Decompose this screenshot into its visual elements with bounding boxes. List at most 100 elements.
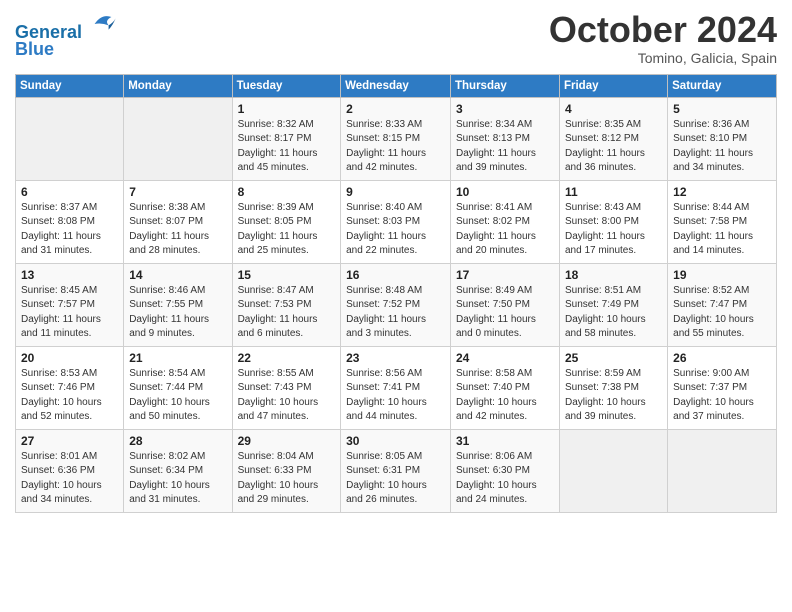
week-row-2: 6 Sunrise: 8:37 AM Sunset: 8:08 PM Daylig… xyxy=(16,180,777,263)
day-info: Sunrise: 8:33 AM Sunset: 8:15 PM Dayligh… xyxy=(346,118,445,176)
day-cell xyxy=(559,429,667,512)
day-info: Sunrise: 8:32 AM Sunset: 8:17 PM Dayligh… xyxy=(238,118,336,176)
day-cell: 7 Sunrise: 8:38 AM Sunset: 8:07 PM Daylig… xyxy=(124,180,232,263)
day-info: Sunrise: 8:59 AM Sunset: 7:38 PM Dayligh… xyxy=(565,367,662,425)
logo: General Blue xyxy=(15,10,117,60)
day-info: Sunrise: 8:47 AM Sunset: 7:53 PM Dayligh… xyxy=(238,284,336,342)
day-cell: 14 Sunrise: 8:46 AM Sunset: 7:55 PM Dayli… xyxy=(124,263,232,346)
weekday-header-sunday: Sunday xyxy=(16,74,124,97)
day-number: 22 xyxy=(238,351,336,365)
logo-bird-icon xyxy=(89,10,117,38)
day-cell: 16Sunrise: 8:48 AM Sunset: 7:52 PM Dayli… xyxy=(341,263,451,346)
title-area: October 2024 Tomino, Galicia, Spain xyxy=(549,10,777,66)
day-info: Sunrise: 8:58 AM Sunset: 7:40 PM Dayligh… xyxy=(456,367,554,425)
day-info: Sunrise: 8:02 AM Sunset: 6:34 PM Dayligh… xyxy=(129,450,226,508)
day-info: Sunrise: 8:01 AM Sunset: 6:36 PM Dayligh… xyxy=(21,450,118,508)
day-info: Sunrise: 8:46 AM Sunset: 7:55 PM Dayligh… xyxy=(129,284,226,342)
day-cell: 9 Sunrise: 8:40 AM Sunset: 8:03 PM Daylig… xyxy=(341,180,451,263)
page: General Blue October 2024 Tomino, Galici… xyxy=(0,0,792,612)
day-info: Sunrise: 8:38 AM Sunset: 8:07 PM Dayligh… xyxy=(129,201,226,259)
day-cell: 29 Sunrise: 8:04 AM Sunset: 6:33 PM Dayli… xyxy=(232,429,341,512)
day-cell: 3 Sunrise: 8:34 AM Sunset: 8:13 PM Daylig… xyxy=(451,97,560,180)
weekday-header-friday: Friday xyxy=(559,74,667,97)
day-number: 1 xyxy=(238,102,336,116)
day-info: Sunrise: 8:39 AM Sunset: 8:05 PM Dayligh… xyxy=(238,201,336,259)
day-info: Sunrise: 8:51 AM Sunset: 7:49 PM Dayligh… xyxy=(565,284,662,342)
day-cell: 13 Sunrise: 8:45 AM Sunset: 7:57 PM Dayli… xyxy=(16,263,124,346)
location: Tomino, Galicia, Spain xyxy=(549,50,777,66)
day-number: 4 xyxy=(565,102,662,116)
day-cell xyxy=(16,97,124,180)
day-cell: 23 Sunrise: 8:56 AM Sunset: 7:41 PM Dayli… xyxy=(341,346,451,429)
day-info: Sunrise: 9:00 AM Sunset: 7:37 PM Dayligh… xyxy=(673,367,771,425)
day-cell xyxy=(668,429,777,512)
week-row-5: 27Sunrise: 8:01 AM Sunset: 6:36 PM Dayli… xyxy=(16,429,777,512)
day-info: Sunrise: 8:34 AM Sunset: 8:13 PM Dayligh… xyxy=(456,118,554,176)
day-number: 19 xyxy=(673,268,771,282)
day-number: 2 xyxy=(346,102,445,116)
logo-text: General xyxy=(15,10,117,43)
day-info: Sunrise: 8:43 AM Sunset: 8:00 PM Dayligh… xyxy=(565,201,662,259)
day-info: Sunrise: 8:04 AM Sunset: 6:33 PM Dayligh… xyxy=(238,450,336,508)
day-number: 21 xyxy=(129,351,226,365)
day-cell: 11 Sunrise: 8:43 AM Sunset: 8:00 PM Dayli… xyxy=(559,180,667,263)
day-number: 29 xyxy=(238,434,336,448)
day-number: 23 xyxy=(346,351,445,365)
day-info: Sunrise: 8:55 AM Sunset: 7:43 PM Dayligh… xyxy=(238,367,336,425)
day-number: 9 xyxy=(346,185,445,199)
day-cell: 31Sunrise: 8:06 AM Sunset: 6:30 PM Dayli… xyxy=(451,429,560,512)
week-row-1: 1 Sunrise: 8:32 AM Sunset: 8:17 PM Daylig… xyxy=(16,97,777,180)
weekday-row: SundayMondayTuesdayWednesdayThursdayFrid… xyxy=(16,74,777,97)
day-number: 3 xyxy=(456,102,554,116)
calendar-header: SundayMondayTuesdayWednesdayThursdayFrid… xyxy=(16,74,777,97)
day-cell: 26 Sunrise: 9:00 AM Sunset: 7:37 PM Dayli… xyxy=(668,346,777,429)
day-cell xyxy=(124,97,232,180)
day-number: 12 xyxy=(673,185,771,199)
day-info: Sunrise: 8:45 AM Sunset: 7:57 PM Dayligh… xyxy=(21,284,118,342)
day-cell: 24Sunrise: 8:58 AM Sunset: 7:40 PM Dayli… xyxy=(451,346,560,429)
day-cell: 2 Sunrise: 8:33 AM Sunset: 8:15 PM Daylig… xyxy=(341,97,451,180)
day-info: Sunrise: 8:52 AM Sunset: 7:47 PM Dayligh… xyxy=(673,284,771,342)
day-number: 30 xyxy=(346,434,445,448)
day-cell: 12 Sunrise: 8:44 AM Sunset: 7:58 PM Dayli… xyxy=(668,180,777,263)
day-cell: 18 Sunrise: 8:51 AM Sunset: 7:49 PM Dayli… xyxy=(559,263,667,346)
day-number: 28 xyxy=(129,434,226,448)
day-cell: 4Sunrise: 8:35 AM Sunset: 8:12 PM Daylig… xyxy=(559,97,667,180)
day-number: 20 xyxy=(21,351,118,365)
day-number: 31 xyxy=(456,434,554,448)
weekday-header-saturday: Saturday xyxy=(668,74,777,97)
day-cell: 5Sunrise: 8:36 AM Sunset: 8:10 PM Daylig… xyxy=(668,97,777,180)
header: General Blue October 2024 Tomino, Galici… xyxy=(15,10,777,66)
day-cell: 28 Sunrise: 8:02 AM Sunset: 6:34 PM Dayli… xyxy=(124,429,232,512)
day-number: 7 xyxy=(129,185,226,199)
day-number: 11 xyxy=(565,185,662,199)
day-info: Sunrise: 8:54 AM Sunset: 7:44 PM Dayligh… xyxy=(129,367,226,425)
day-info: Sunrise: 8:49 AM Sunset: 7:50 PM Dayligh… xyxy=(456,284,554,342)
day-number: 15 xyxy=(238,268,336,282)
day-number: 10 xyxy=(456,185,554,199)
day-number: 6 xyxy=(21,185,118,199)
day-number: 26 xyxy=(673,351,771,365)
day-cell: 21 Sunrise: 8:54 AM Sunset: 7:44 PM Dayli… xyxy=(124,346,232,429)
day-cell: 10Sunrise: 8:41 AM Sunset: 8:02 PM Dayli… xyxy=(451,180,560,263)
day-info: Sunrise: 8:05 AM Sunset: 6:31 PM Dayligh… xyxy=(346,450,445,508)
day-number: 18 xyxy=(565,268,662,282)
day-info: Sunrise: 8:56 AM Sunset: 7:41 PM Dayligh… xyxy=(346,367,445,425)
day-cell: 30 Sunrise: 8:05 AM Sunset: 6:31 PM Dayli… xyxy=(341,429,451,512)
day-number: 5 xyxy=(673,102,771,116)
day-cell: 25Sunrise: 8:59 AM Sunset: 7:38 PM Dayli… xyxy=(559,346,667,429)
day-info: Sunrise: 8:40 AM Sunset: 8:03 PM Dayligh… xyxy=(346,201,445,259)
day-info: Sunrise: 8:37 AM Sunset: 8:08 PM Dayligh… xyxy=(21,201,118,259)
month-title: October 2024 xyxy=(549,10,777,50)
week-row-3: 13 Sunrise: 8:45 AM Sunset: 7:57 PM Dayli… xyxy=(16,263,777,346)
calendar: SundayMondayTuesdayWednesdayThursdayFrid… xyxy=(15,74,777,513)
week-row-4: 20Sunrise: 8:53 AM Sunset: 7:46 PM Dayli… xyxy=(16,346,777,429)
day-number: 14 xyxy=(129,268,226,282)
day-info: Sunrise: 8:44 AM Sunset: 7:58 PM Dayligh… xyxy=(673,201,771,259)
day-cell: 1 Sunrise: 8:32 AM Sunset: 8:17 PM Daylig… xyxy=(232,97,341,180)
day-number: 13 xyxy=(21,268,118,282)
day-cell: 17Sunrise: 8:49 AM Sunset: 7:50 PM Dayli… xyxy=(451,263,560,346)
weekday-header-thursday: Thursday xyxy=(451,74,560,97)
day-info: Sunrise: 8:48 AM Sunset: 7:52 PM Dayligh… xyxy=(346,284,445,342)
calendar-body: 1 Sunrise: 8:32 AM Sunset: 8:17 PM Daylig… xyxy=(16,97,777,512)
